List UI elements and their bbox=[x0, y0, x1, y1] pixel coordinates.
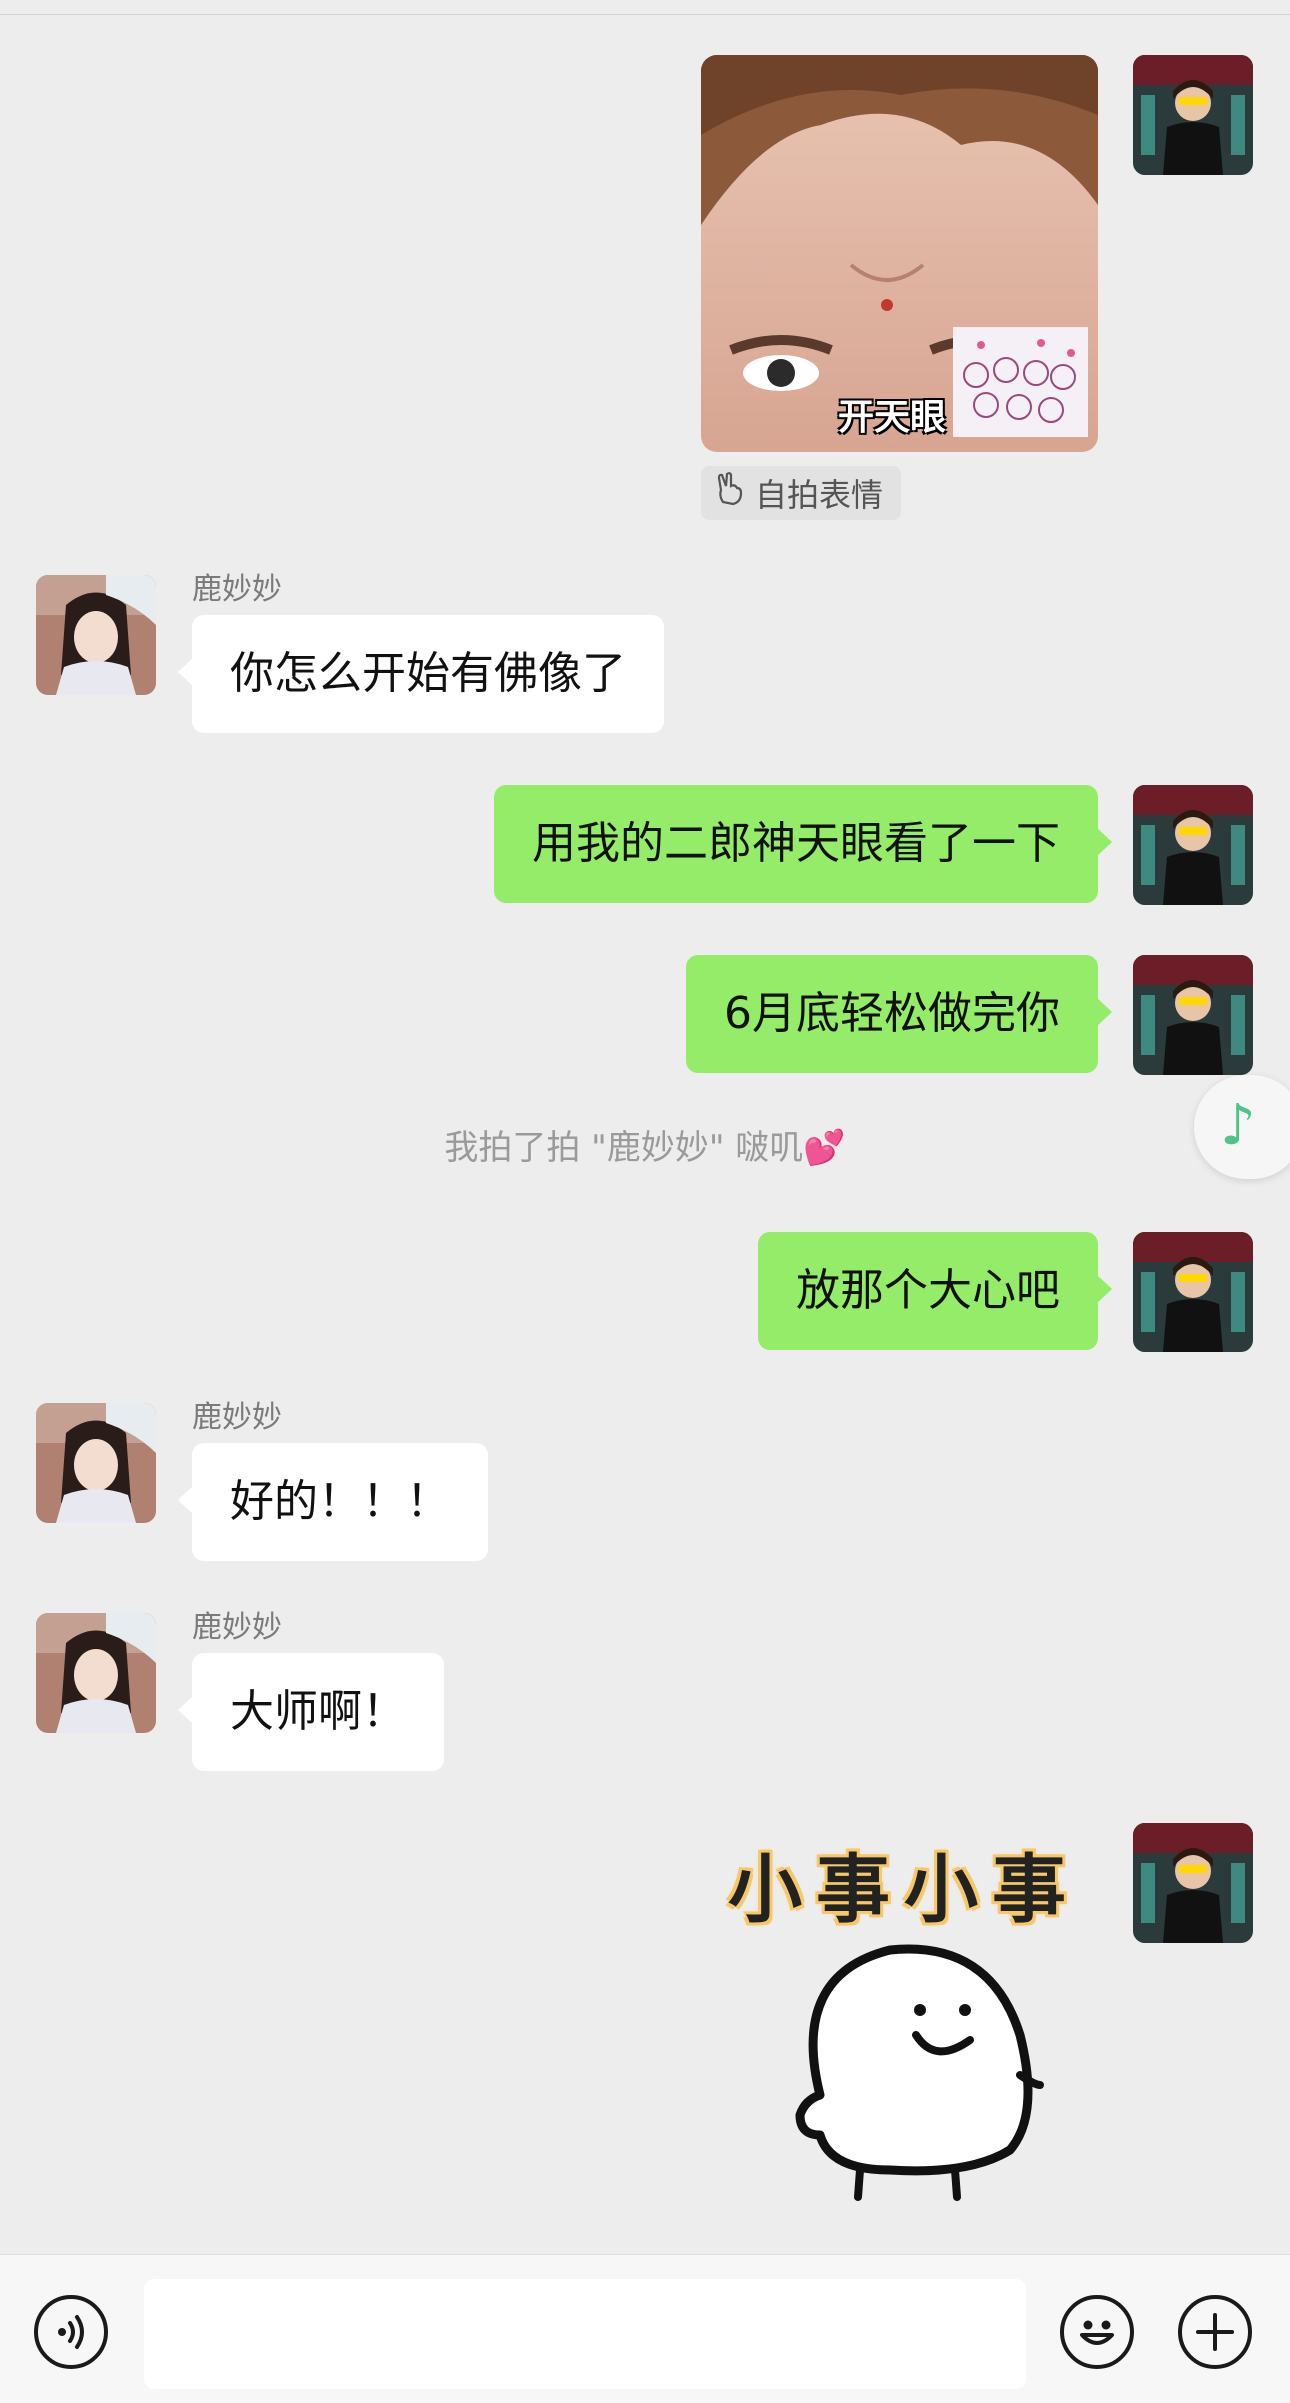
my-avatar[interactable] bbox=[1133, 1232, 1253, 1352]
selfie-caption: 开天眼 bbox=[838, 397, 947, 438]
voice-icon[interactable] bbox=[34, 2295, 108, 2369]
contact-avatar[interactable] bbox=[36, 575, 156, 695]
contact-avatar[interactable] bbox=[36, 1613, 156, 1733]
plus-icon[interactable] bbox=[1178, 2295, 1252, 2369]
message-bubble-outgoing[interactable]: 放那个大心吧 bbox=[758, 1232, 1112, 1350]
floating-music-button[interactable]: ♪ bbox=[1194, 1075, 1290, 1179]
sticker-blob-character[interactable] bbox=[770, 1935, 1050, 2209]
pat-notice-text: 我拍了拍 "鹿妙妙" 啵叽 bbox=[444, 1128, 804, 1168]
message-bubble-incoming[interactable]: 好的！！！ bbox=[178, 1443, 488, 1561]
sender-name: 鹿妙妙 bbox=[192, 572, 282, 607]
message-bubble-outgoing[interactable]: 用我的二郎神天眼看了一下 bbox=[494, 785, 1112, 903]
my-avatar[interactable] bbox=[1133, 1823, 1253, 1943]
my-avatar[interactable] bbox=[1133, 785, 1253, 905]
selfie-sticker-tag[interactable]: 自拍表情 bbox=[701, 466, 902, 520]
top-divider bbox=[0, 0, 1290, 15]
sender-name: 鹿妙妙 bbox=[192, 1400, 282, 1435]
my-avatar[interactable] bbox=[1133, 955, 1253, 1075]
contact-avatar[interactable] bbox=[36, 1403, 156, 1523]
message-input[interactable] bbox=[144, 2279, 1026, 2389]
message-bubble-outgoing[interactable]: 6月底轻松做完你 bbox=[686, 955, 1112, 1073]
victory-hand-icon bbox=[715, 472, 745, 514]
emoji-icon[interactable] bbox=[1060, 2295, 1134, 2369]
music-note-icon: ♪ bbox=[1220, 1093, 1256, 1158]
sticker-caption: 小事小事 bbox=[728, 1847, 1080, 1933]
my-avatar[interactable] bbox=[1133, 55, 1253, 175]
message-bubble-incoming[interactable]: 大师啊！ bbox=[178, 1653, 444, 1771]
selfie-tag-label: 自拍表情 bbox=[755, 476, 884, 514]
two-hearts-icon: 💕 bbox=[803, 1128, 846, 1168]
pat-notice: 我拍了拍 "鹿妙妙" 啵叽💕 bbox=[0, 1120, 1290, 1169]
sender-name: 鹿妙妙 bbox=[192, 1610, 282, 1645]
chat-input-bar bbox=[0, 2254, 1290, 2403]
message-bubble-incoming[interactable]: 你怎么开始有佛像了 bbox=[178, 615, 664, 733]
